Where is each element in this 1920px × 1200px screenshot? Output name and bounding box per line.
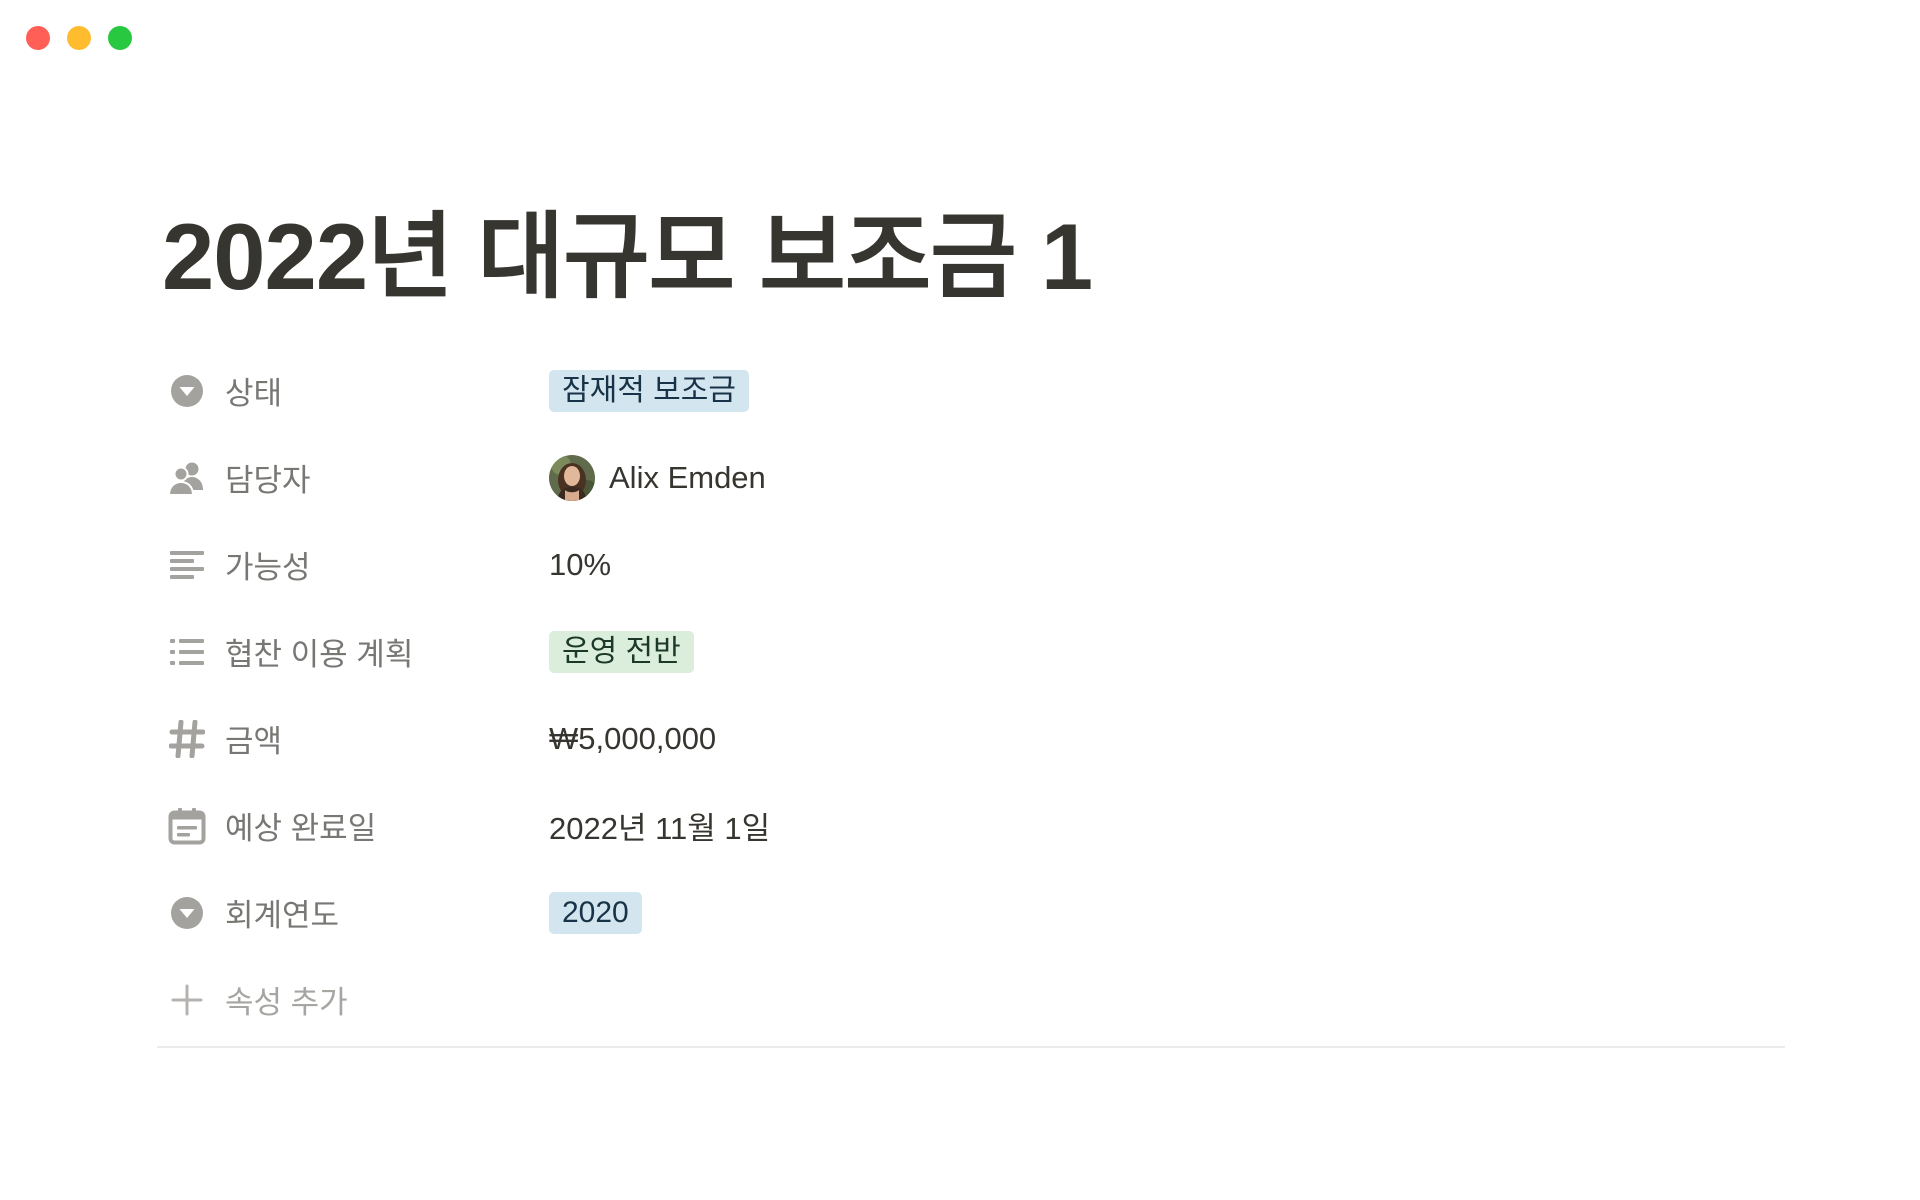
property-status: 상태 잠재적 보조금: [167, 347, 1787, 434]
property-value[interactable]: 잠재적 보조금: [549, 369, 749, 412]
list-icon: [167, 632, 207, 672]
probability-value: 10%: [549, 546, 612, 582]
property-value[interactable]: 운영 전반: [549, 630, 694, 673]
add-property-text: 속성 추가: [225, 985, 348, 1020]
zoom-button[interactable]: [108, 26, 132, 50]
add-property-button[interactable]: 속성 추가: [167, 956, 1787, 1043]
date-value: 2022년 11월 1일: [549, 811, 771, 846]
properties-list: 상태 잠재적 보조금 담당자 Alix Emden 가능성 10% 협찬 이용 …: [167, 347, 1787, 1043]
property-value[interactable]: 2022년 11월 1일: [549, 803, 770, 848]
property-probability: 가능성 10%: [167, 521, 1787, 608]
select-icon: [167, 893, 207, 933]
property-value[interactable]: ₩5,000,000: [549, 721, 716, 757]
property-label[interactable]: 금액: [167, 716, 549, 761]
close-button[interactable]: [26, 26, 50, 50]
status-tag[interactable]: 잠재적 보조금: [549, 369, 749, 412]
plan-tag[interactable]: 운영 전반: [549, 630, 694, 673]
app-window: 2022년 대규모 보조금 1 상태 잠재적 보조금 담당자 Alix Emde…: [0, 0, 1920, 1200]
person-icon: [167, 458, 207, 498]
property-label-text: 담당자: [225, 463, 311, 498]
plus-icon: [167, 980, 207, 1020]
number-icon: [167, 719, 207, 759]
select-icon: [167, 371, 207, 411]
property-label[interactable]: 회계연도: [167, 890, 549, 935]
property-assignee: 담당자 Alix Emden: [167, 434, 1787, 521]
property-label-text: 가능성: [225, 550, 311, 585]
property-label-text: 예상 완료일: [225, 811, 377, 846]
assignee-name: Alix Emden: [609, 459, 766, 495]
property-expected-completion: 예상 완료일 2022년 11월 1일: [167, 782, 1787, 869]
calendar-icon: [167, 806, 207, 846]
property-label[interactable]: 예상 완료일: [167, 803, 549, 848]
property-label[interactable]: 협찬 이용 계획: [167, 629, 549, 674]
property-value[interactable]: 2020: [549, 891, 642, 934]
property-value[interactable]: Alix Emden: [549, 454, 766, 501]
property-label[interactable]: 담당자: [167, 455, 549, 500]
page-title[interactable]: 2022년 대규모 보조금 1: [162, 210, 1093, 304]
avatar: [549, 454, 595, 501]
text-icon: [167, 545, 207, 585]
property-label-text: 회계연도: [225, 898, 340, 933]
fiscal-year-tag[interactable]: 2020: [549, 891, 642, 934]
property-label-text: 협찬 이용 계획: [225, 637, 414, 672]
property-amount: 금액 ₩5,000,000: [167, 695, 1787, 782]
property-label-text: 금액: [225, 724, 283, 759]
property-fiscal-year: 회계연도 2020: [167, 869, 1787, 956]
property-label[interactable]: 가능성: [167, 542, 549, 587]
amount-value: ₩5,000,000: [549, 720, 717, 756]
property-label[interactable]: 상태: [167, 368, 549, 413]
divider: [157, 1046, 1785, 1048]
property-label-text: 상태: [225, 376, 283, 411]
property-sponsorship-plan: 협찬 이용 계획 운영 전반: [167, 608, 1787, 695]
minimize-button[interactable]: [67, 26, 91, 50]
property-value[interactable]: 10%: [549, 547, 611, 583]
window-controls: [26, 26, 132, 50]
add-property-label[interactable]: 속성 추가: [167, 977, 549, 1022]
